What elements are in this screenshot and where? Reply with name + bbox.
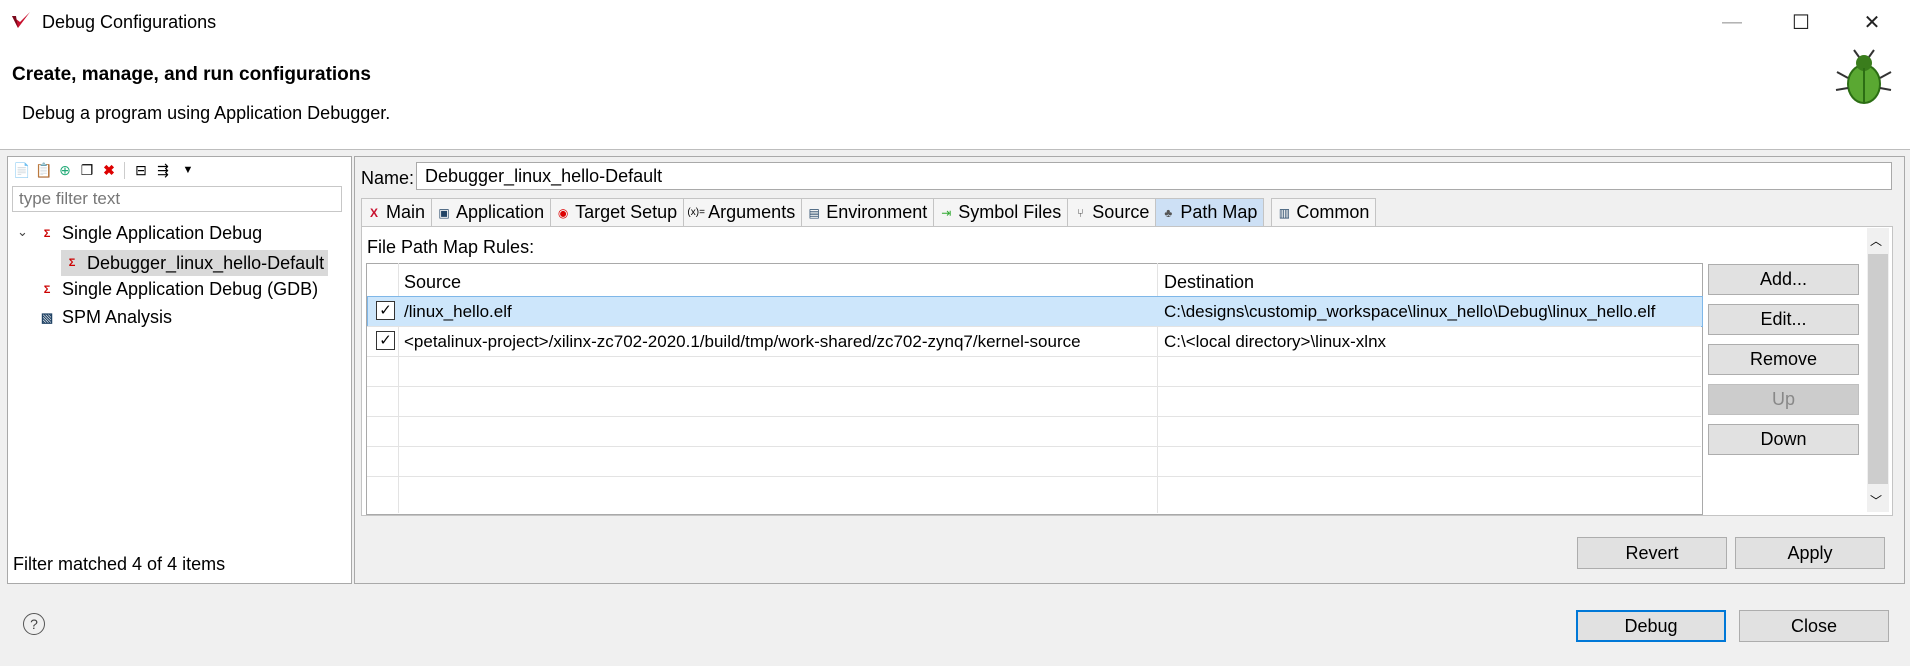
empty-row xyxy=(367,386,1701,416)
source-cell: <petalinux-project>/xilinx-zc702-2020.1/… xyxy=(404,332,1081,351)
window-icon: ▣ xyxy=(438,205,450,220)
toolbar-divider xyxy=(124,162,125,179)
target-icon: ◉ xyxy=(557,205,569,220)
help-icon[interactable]: ? xyxy=(23,613,45,635)
tree-item-single-application-debug-gdb[interactable]: Σ Single Application Debug (GDB) xyxy=(38,279,318,300)
chart-icon: ▧ xyxy=(40,309,54,325)
tcf-debug-icon: Σ xyxy=(43,227,51,240)
window-title: Debug Configurations xyxy=(42,12,217,32)
path-map-icon: ♣ xyxy=(1164,205,1173,220)
destination-cell: C:\designs\customip_workspace\linux_hell… xyxy=(1164,302,1656,321)
name-field[interactable] xyxy=(416,162,1892,190)
column-header-source[interactable]: Source xyxy=(404,272,461,293)
configuration-tree-panel xyxy=(7,156,352,584)
delete-icon[interactable]: ✖ xyxy=(101,162,117,178)
filter-input[interactable] xyxy=(12,186,342,212)
view-menu-icon[interactable]: ▼ xyxy=(180,162,196,178)
column-header-destination[interactable]: Destination xyxy=(1164,272,1254,293)
tab-common[interactable]: ▥ Common xyxy=(1271,198,1377,226)
new-config-icon[interactable]: 📄 xyxy=(13,162,30,178)
tcf-debug-icon: Σ xyxy=(68,257,76,269)
empty-row xyxy=(367,416,1701,446)
filter-icon[interactable]: ⇶ xyxy=(155,162,171,178)
up-button[interactable]: Up xyxy=(1708,384,1859,415)
revert-button[interactable]: Revert xyxy=(1577,537,1727,569)
chevron-down-icon[interactable]: ⌄ xyxy=(17,224,28,240)
scroll-up-icon[interactable]: ︿ xyxy=(1870,232,1882,249)
tree-item-debugger-linux-hello-default[interactable]: Σ Debugger_linux_hello-Default xyxy=(61,250,329,276)
title-bar xyxy=(0,0,1910,44)
config-tabs: X Main ▣ Application ◉ Target Setup (x)= Arg… xyxy=(361,198,1377,226)
tab-main[interactable]: X Main xyxy=(361,198,433,226)
tab-target-setup[interactable]: ◉ Target Setup xyxy=(550,198,685,226)
destination-cell: C:\<local directory>\linux-xlnx xyxy=(1164,332,1387,351)
duplicate-icon[interactable]: ❐ xyxy=(79,162,95,178)
apply-button[interactable]: Apply xyxy=(1735,537,1885,569)
gdb-debug-icon: Σ xyxy=(43,283,51,296)
debug-button[interactable]: Debug xyxy=(1576,610,1726,642)
banner-title: Create, manage, and run configurations xyxy=(12,64,371,85)
minimize-button[interactable]: — xyxy=(1702,0,1762,44)
new-prototype-icon[interactable]: 📋 xyxy=(35,162,52,178)
symbol-files-icon: ⇥ xyxy=(941,205,952,220)
empty-row xyxy=(367,356,1701,386)
header-banner xyxy=(0,44,1910,150)
scrollbar-thumb[interactable] xyxy=(1868,254,1888,484)
banner-description: Debug a program using Application Debugg… xyxy=(22,103,391,123)
close-window-button[interactable]: ✕ xyxy=(1842,0,1902,44)
empty-row xyxy=(367,446,1701,476)
filter-status: Filter matched 4 of 4 items xyxy=(13,554,226,574)
tab-path-map[interactable]: ♣ Path Map xyxy=(1155,198,1265,226)
xilinx-icon: X xyxy=(369,205,378,220)
arguments-icon: (x)= xyxy=(687,207,705,218)
edit-button[interactable]: Edit... xyxy=(1708,304,1859,335)
file-path-map-rules-label: File Path Map Rules: xyxy=(367,237,535,257)
xilinx-logo-icon xyxy=(12,12,30,28)
maximize-button[interactable]: ☐ xyxy=(1771,0,1831,44)
name-label: Name: xyxy=(361,168,415,188)
tree-item-single-application-debug[interactable]: Σ Single Application Debug xyxy=(38,223,262,244)
tab-application[interactable]: ▣ Application xyxy=(431,198,552,226)
tab-source[interactable]: ⑂ Source xyxy=(1067,198,1157,226)
close-button[interactable]: Close xyxy=(1739,610,1889,642)
row-checkbox[interactable]: ✓ xyxy=(376,331,395,350)
add-button[interactable]: Add... xyxy=(1708,264,1859,295)
tree-item-spm-analysis[interactable]: ▧ SPM Analysis xyxy=(38,307,172,328)
export-icon[interactable]: ⊕ xyxy=(57,162,73,178)
collapse-all-icon[interactable]: ⊟ xyxy=(133,162,149,178)
row-checkbox[interactable]: ✓ xyxy=(376,301,395,320)
tab-environment[interactable]: ▤ Environment xyxy=(801,198,935,226)
remove-button[interactable]: Remove xyxy=(1708,344,1859,375)
source-icon: ⑂ xyxy=(1076,205,1084,220)
tab-arguments[interactable]: (x)= Arguments xyxy=(683,198,803,226)
common-icon: ▥ xyxy=(1278,205,1291,220)
down-button[interactable]: Down xyxy=(1708,424,1859,455)
source-cell: /linux_hello.elf xyxy=(404,302,512,321)
scroll-down-icon[interactable]: ﹀ xyxy=(1870,492,1882,509)
bug-icon xyxy=(1835,49,1892,104)
environment-icon: ▤ xyxy=(808,205,820,220)
empty-row xyxy=(367,476,1701,506)
tab-symbol-files[interactable]: ⇥ Symbol Files xyxy=(933,198,1069,226)
